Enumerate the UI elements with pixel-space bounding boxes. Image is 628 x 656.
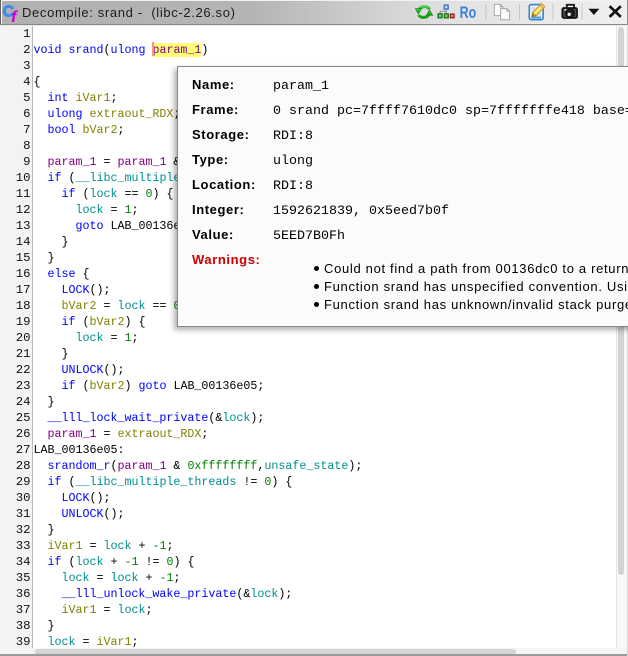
svg-text:f: f bbox=[12, 9, 19, 22]
svg-text:Ro: Ro bbox=[460, 3, 477, 22]
